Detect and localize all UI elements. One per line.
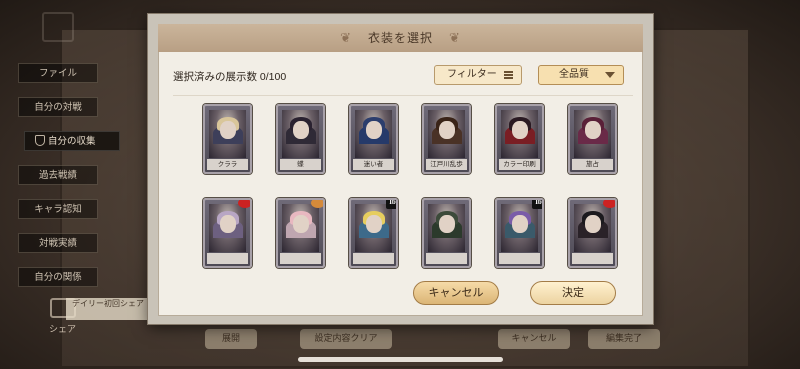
figure-head bbox=[584, 121, 601, 139]
figure-head bbox=[365, 121, 382, 139]
display-count: 選択済みの展示数 0/100 bbox=[173, 71, 287, 83]
cancel-button[interactable]: キャンセル bbox=[413, 281, 499, 305]
portrait bbox=[501, 204, 538, 252]
figure-head bbox=[511, 215, 528, 233]
side-item-my-matches[interactable]: 自分の対戦 bbox=[18, 97, 98, 117]
confirm-button[interactable]: 決定 bbox=[530, 281, 616, 305]
edit-done-button[interactable]: 編集完了 bbox=[588, 329, 660, 349]
side-item-label: 対戦実績 bbox=[38, 238, 77, 249]
costume-card[interactable]: Ib bbox=[495, 198, 544, 268]
shield-icon bbox=[35, 135, 45, 146]
modal-title: 衣装を選択 bbox=[367, 31, 433, 45]
quality-label: 全品質 bbox=[559, 69, 589, 80]
costume-name bbox=[280, 253, 321, 264]
portrait bbox=[574, 204, 611, 252]
costume-card[interactable] bbox=[276, 198, 325, 268]
side-item-my-relations[interactable]: 自分の関係 bbox=[18, 267, 98, 287]
costume-card[interactable]: カラー印刷 bbox=[495, 104, 544, 174]
side-item-past-records[interactable]: 過去戦績 bbox=[18, 165, 98, 185]
side-item-label: ファイル bbox=[38, 68, 77, 79]
costume-name: 迷い者 bbox=[353, 159, 394, 170]
filter-button[interactable]: フィルター bbox=[434, 65, 522, 85]
costume-card[interactable]: クララ bbox=[203, 104, 252, 174]
wheat-ornament-icon: ❦ bbox=[449, 30, 461, 45]
clear-settings-button[interactable]: 設定内容クリア bbox=[300, 329, 392, 349]
bg-cancel-button[interactable]: キャンセル bbox=[498, 329, 570, 349]
filter-label: フィルター bbox=[447, 69, 497, 80]
daily-share-banner: デイリー初回シェア bbox=[66, 298, 150, 320]
portrait bbox=[355, 110, 392, 158]
costume-name bbox=[572, 253, 613, 264]
costume-card[interactable] bbox=[203, 198, 252, 268]
ribbon-icon bbox=[238, 200, 250, 208]
collab-badge-icon: Ib bbox=[532, 200, 542, 209]
costume-card[interactable]: 迷い者 bbox=[349, 104, 398, 174]
costume-card[interactable]: 旅占 bbox=[568, 104, 617, 174]
modal-title-bar: ❦ 衣装を選択 ❦ bbox=[158, 24, 643, 52]
costume-name: カラー印刷 bbox=[499, 159, 540, 170]
portrait bbox=[209, 110, 246, 158]
portrait bbox=[574, 110, 611, 158]
portrait bbox=[501, 110, 538, 158]
chevron-down-icon bbox=[605, 72, 615, 78]
back-icon[interactable] bbox=[42, 12, 74, 42]
costume-name bbox=[353, 253, 394, 264]
list-icon bbox=[504, 71, 513, 79]
side-item-match-achievements[interactable]: 対戦実績 bbox=[18, 233, 98, 253]
portrait bbox=[355, 204, 392, 252]
side-item-file[interactable]: ファイル bbox=[18, 63, 98, 83]
home-indicator bbox=[298, 357, 503, 362]
modal-body: ❦ 衣装を選択 ❦ 選択済みの展示数 0/100 フィルター 全品質 クララ 蝶 迷い者… bbox=[158, 24, 643, 316]
figure-head bbox=[292, 215, 309, 233]
figure-head bbox=[292, 121, 309, 139]
side-item-label: 自分の対戦 bbox=[34, 102, 82, 113]
costume-card[interactable]: Ib bbox=[349, 198, 398, 268]
side-item-label: キャラ認知 bbox=[34, 204, 82, 215]
costume-name: クララ bbox=[207, 159, 248, 170]
figure-head bbox=[511, 121, 528, 139]
figure-head bbox=[219, 121, 236, 139]
portrait bbox=[428, 110, 465, 158]
figure-head bbox=[365, 215, 382, 233]
ribbon-icon bbox=[603, 200, 615, 208]
side-item-my-collection[interactable]: 自分の収集 bbox=[24, 131, 120, 151]
portrait bbox=[209, 204, 246, 252]
costume-name: 旅占 bbox=[572, 159, 613, 170]
side-item-label: 自分の関係 bbox=[34, 272, 82, 283]
portrait bbox=[428, 204, 465, 252]
ribbon-icon bbox=[311, 200, 323, 208]
portrait bbox=[282, 204, 319, 252]
figure-head bbox=[219, 215, 236, 233]
costume-card[interactable]: 江戸川乱歩 bbox=[422, 104, 471, 174]
costume-name: 江戸川乱歩 bbox=[426, 159, 467, 170]
expand-button[interactable]: 展開 bbox=[205, 329, 257, 349]
figure-head bbox=[584, 215, 601, 233]
costume-grid: クララ 蝶 迷い者 江戸川乱歩 カラー印刷 旅占 Ib Ib bbox=[173, 95, 633, 268]
costume-card[interactable] bbox=[422, 198, 471, 268]
costume-card[interactable] bbox=[568, 198, 617, 268]
costume-name bbox=[499, 253, 540, 264]
costume-name bbox=[426, 253, 467, 264]
figure-head bbox=[438, 215, 455, 233]
share-label: シェア bbox=[49, 324, 77, 334]
side-menu: ファイル 自分の対戦 自分の収集 過去戦績 キャラ認知 対戦実績 自分の関係 bbox=[18, 63, 123, 301]
collab-badge-icon: Ib bbox=[386, 200, 396, 209]
figure-head bbox=[438, 121, 455, 139]
side-item-label: 過去戦績 bbox=[38, 170, 77, 181]
costume-name: 蝶 bbox=[280, 159, 321, 170]
side-item-character-recognition[interactable]: キャラ認知 bbox=[18, 199, 98, 219]
costume-card[interactable]: 蝶 bbox=[276, 104, 325, 174]
costume-name bbox=[207, 253, 248, 264]
side-item-label: 自分の収集 bbox=[48, 136, 96, 147]
costume-select-modal: ❦ 衣装を選択 ❦ 選択済みの展示数 0/100 フィルター 全品質 クララ 蝶 迷い者… bbox=[148, 14, 653, 324]
wheat-ornament-icon: ❦ bbox=[340, 30, 352, 45]
quality-dropdown[interactable]: 全品質 bbox=[538, 65, 624, 85]
portrait bbox=[282, 110, 319, 158]
